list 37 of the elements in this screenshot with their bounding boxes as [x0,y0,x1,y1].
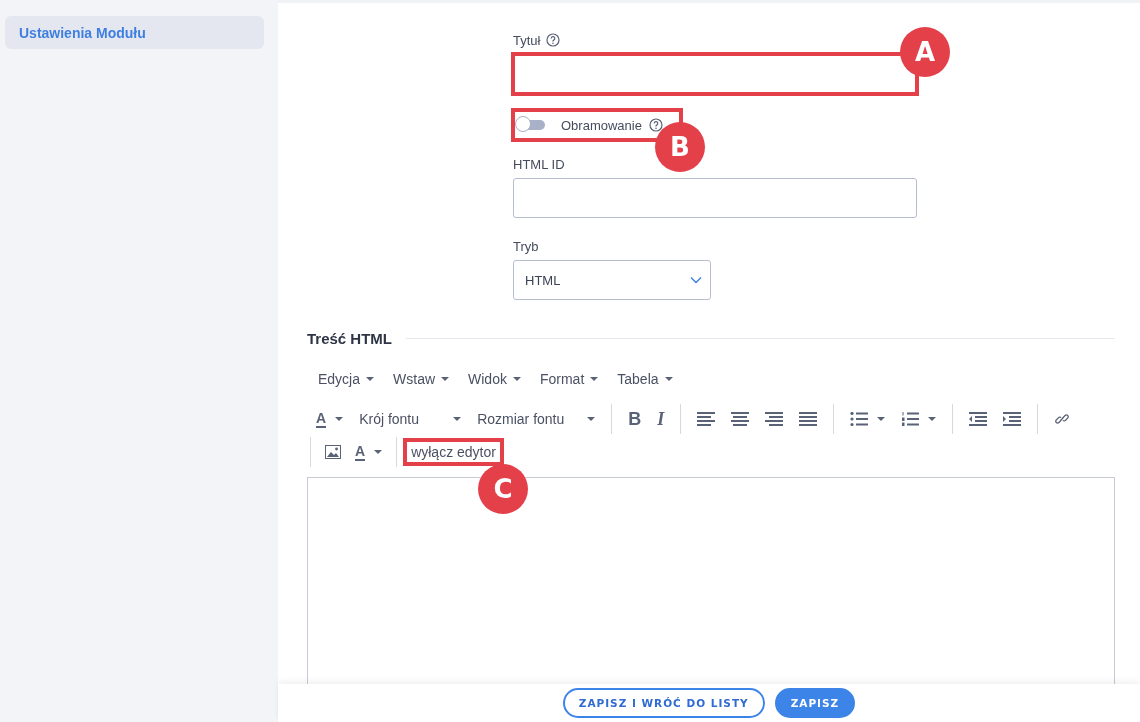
save-button[interactable]: ZAPISZ [774,688,856,718]
help-icon[interactable] [648,118,663,132]
text-color-button[interactable]: A [316,410,344,428]
help-icon[interactable] [546,33,561,47]
editor-menu[interactable]: Edycja [318,371,375,387]
editor-menu[interactable]: Format [539,371,599,387]
link-icon[interactable] [1054,412,1071,426]
field-label: Tryb [513,238,539,254]
caret-icon [690,276,702,284]
disable-editor-button[interactable]: wyłącz edytor [407,442,500,462]
outdent-icon[interactable] [969,412,988,426]
background-color-button[interactable]: A [355,443,383,461]
editor-menu[interactable]: Wstaw [393,371,450,387]
italic-button[interactable]: I [657,408,665,430]
font-size-dropdown[interactable]: Rozmiar fontu [477,411,596,427]
bullet-list-button[interactable] [850,412,886,426]
numbered-list-button[interactable] [901,412,937,426]
mode-select[interactable]: HTML [513,260,711,300]
align-center-icon[interactable] [731,412,750,426]
editor-menu[interactable]: Tabela [617,371,673,387]
toggle-label: Obramowanie [561,117,642,133]
text-field[interactable] [513,178,917,218]
align-left-icon[interactable] [697,412,716,426]
editor-menu[interactable]: Widok [468,371,521,387]
align-right-icon[interactable] [765,412,784,426]
annotation-badge: C [477,464,528,514]
annotation-badge: B [655,122,705,172]
font-family-dropdown[interactable]: Krój fontu [359,411,462,427]
annotation-badge: A [900,27,950,77]
save-and-return-button[interactable]: ZAPISZ I WRÓĆ DO LISTY [562,688,765,718]
field-label: Tytuł [513,32,541,48]
bold-button[interactable]: B [628,408,642,430]
align-justify-icon[interactable] [799,412,818,426]
section-title: Treść HTML [307,330,393,347]
image-icon[interactable] [325,445,341,459]
indent-icon[interactable] [1003,412,1022,426]
field-label: HTML ID [513,156,565,172]
